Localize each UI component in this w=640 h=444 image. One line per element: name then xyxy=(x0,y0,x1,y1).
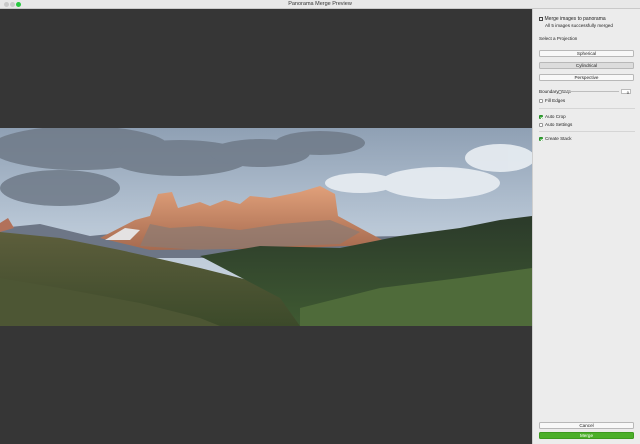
merge-options-panel: Merge images to panorama All 5 images su… xyxy=(532,9,640,444)
header-subtitle: All 5 images successfully merged xyxy=(545,23,613,28)
slider-knob[interactable] xyxy=(558,89,562,94)
create-stack-option[interactable]: Create Stack xyxy=(539,136,572,141)
auto-settings-option[interactable]: Auto Settings xyxy=(539,122,572,127)
auto-crop-label: Auto Crop xyxy=(545,114,566,119)
perspective-button[interactable]: Perspective xyxy=(539,74,634,81)
panel-header: Merge images to panorama xyxy=(539,16,606,22)
auto-crop-checkbox[interactable] xyxy=(539,114,543,119)
projection-label: Select a Projection xyxy=(539,36,578,41)
fill-edges-option[interactable]: Fill Edges xyxy=(539,98,565,103)
panorama-image xyxy=(0,128,532,326)
cancel-button[interactable]: Cancel xyxy=(539,422,634,429)
divider xyxy=(539,108,635,109)
title-bar: Panorama Merge Preview xyxy=(0,0,640,9)
auto-settings-checkbox[interactable] xyxy=(539,122,543,127)
window-title: Panorama Merge Preview xyxy=(288,1,352,7)
spherical-button[interactable]: Spherical xyxy=(539,50,634,57)
panorama-icon xyxy=(539,16,543,21)
panorama-landscape-picture xyxy=(0,128,532,326)
create-stack-label: Create Stack xyxy=(545,136,572,141)
fill-edges-checkbox[interactable] xyxy=(539,98,543,103)
header-title: Merge images to panorama xyxy=(544,16,606,22)
auto-crop-option[interactable]: Auto Crop xyxy=(539,114,566,119)
cylindrical-button[interactable]: Cylindrical xyxy=(539,62,634,69)
create-stack-checkbox[interactable] xyxy=(539,136,543,141)
boundary-warp-slider[interactable] xyxy=(558,89,619,94)
auto-settings-label: Auto Settings xyxy=(545,122,573,127)
fill-edges-label: Fill Edges xyxy=(545,98,566,103)
preview-area xyxy=(0,9,532,444)
divider xyxy=(539,131,635,132)
merge-button[interactable]: Merge xyxy=(539,432,634,439)
boundary-warp-value[interactable]: 0 xyxy=(621,89,631,95)
